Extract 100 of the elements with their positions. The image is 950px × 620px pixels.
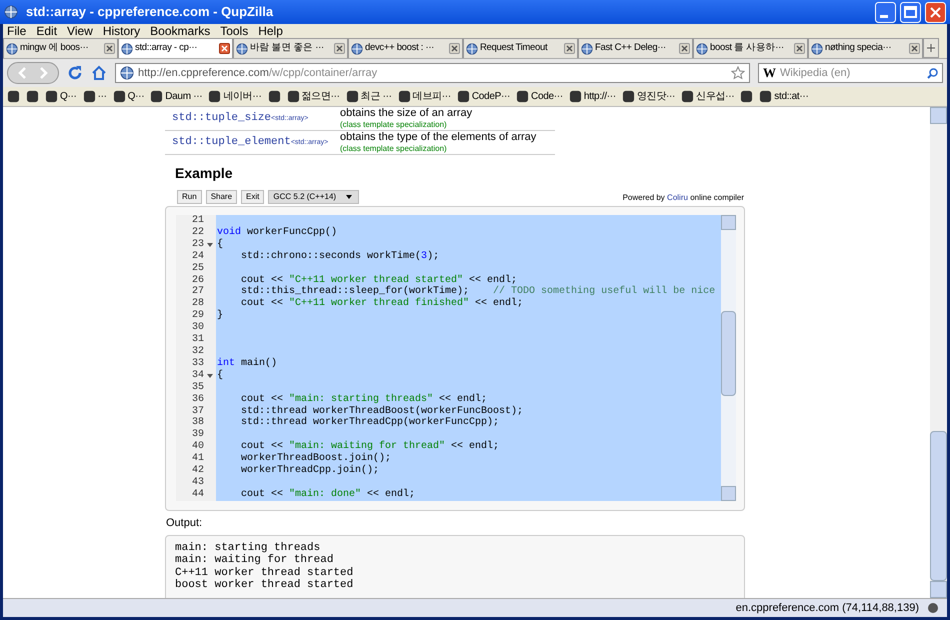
bookmark-link[interactable]: Q··· bbox=[60, 89, 77, 104]
search-icon[interactable] bbox=[927, 68, 938, 78]
bookmark-link[interactable]: Code··· bbox=[531, 89, 563, 104]
menu-item[interactable]: Tools bbox=[220, 24, 248, 38]
bookmark-link[interactable]: 젊으면··· bbox=[302, 89, 340, 104]
bookmark-link[interactable]: ··· bbox=[98, 89, 107, 104]
bookmark-icon[interactable] bbox=[759, 90, 772, 103]
line-number: 28 bbox=[192, 298, 204, 310]
tab-title: std::array - cp··· bbox=[135, 41, 198, 56]
bookmark-link[interactable]: CodeP··· bbox=[472, 89, 510, 104]
bookmark-icon[interactable] bbox=[456, 90, 470, 103]
bookmark-icon[interactable] bbox=[208, 90, 222, 103]
line-number: 29 bbox=[192, 310, 204, 322]
minimize-button[interactable] bbox=[875, 2, 896, 22]
new-tab-button[interactable] bbox=[923, 38, 939, 58]
bookmark-link[interactable]: Q··· bbox=[128, 89, 144, 104]
caret-icon[interactable] bbox=[344, 193, 354, 201]
search-input[interactable]: Wikipedia (en) bbox=[780, 64, 923, 82]
bookmark-link[interactable]: http://··· bbox=[584, 89, 616, 104]
menu-item[interactable]: Edit bbox=[36, 24, 58, 38]
site-icon bbox=[236, 42, 248, 54]
bookmark-link[interactable]: 최근 ··· bbox=[360, 89, 392, 104]
bookmark-icon[interactable] bbox=[681, 90, 694, 103]
member-description: obtains the size of an array bbox=[340, 107, 472, 120]
bookmark-icon[interactable] bbox=[622, 90, 635, 103]
output-line: C++11 worker thread started bbox=[175, 566, 354, 579]
menu-item[interactable]: History bbox=[102, 24, 140, 38]
line-number: 39 bbox=[192, 429, 204, 441]
menu-item[interactable]: Bookmarks bbox=[150, 24, 210, 38]
bookmark-icon[interactable] bbox=[346, 90, 359, 103]
menu-item[interactable]: File bbox=[7, 24, 26, 38]
search-field[interactable]: W Wikipedia (en) bbox=[758, 63, 943, 83]
fold-arrow-icon[interactable] bbox=[207, 374, 213, 378]
app-icon bbox=[4, 5, 18, 19]
tab-title: Request Timeout bbox=[480, 41, 548, 56]
close-tab-icon[interactable] bbox=[564, 43, 575, 54]
browser-tab[interactable]: devc++ boost : ··· bbox=[348, 38, 463, 58]
bookmark-icon[interactable] bbox=[568, 90, 582, 103]
browser-tab[interactable]: nøthing specia··· bbox=[808, 38, 923, 58]
browser-tab[interactable]: boost 를 사용하··· bbox=[693, 38, 808, 58]
site-icon bbox=[696, 42, 708, 54]
close-tab-icon[interactable] bbox=[449, 43, 460, 54]
close-tab-icon[interactable] bbox=[679, 43, 690, 54]
bookmark-link[interactable]: 데브피··· bbox=[412, 89, 451, 104]
address-field[interactable]: http://en.cppreference.com/w/cpp/container/array bbox=[115, 63, 750, 83]
star-icon[interactable] bbox=[731, 66, 745, 80]
close-tab-icon[interactable] bbox=[104, 43, 115, 54]
menu-item[interactable]: Help bbox=[258, 24, 283, 38]
example-button[interactable]: Run bbox=[177, 190, 202, 204]
site-icon bbox=[121, 42, 133, 54]
close-tab-icon[interactable] bbox=[909, 43, 920, 54]
site-icon bbox=[466, 42, 478, 54]
bookmark-link[interactable]: 신우섭··· bbox=[696, 89, 734, 104]
line-number: 26 bbox=[192, 274, 204, 286]
reload-icon[interactable] bbox=[67, 65, 83, 81]
bookmark-icon[interactable] bbox=[268, 90, 280, 103]
bookmark-icon[interactable] bbox=[45, 90, 58, 103]
browser-tab[interactable]: mingw 에 boos··· bbox=[3, 38, 118, 58]
browser-tab[interactable]: Fast C++ Deleg··· bbox=[578, 38, 693, 58]
bookmark-link[interactable]: 네이버··· bbox=[223, 89, 262, 104]
bookmark-icon[interactable] bbox=[26, 90, 39, 103]
bookmark-icon[interactable] bbox=[286, 90, 300, 103]
maximize-button[interactable] bbox=[900, 2, 921, 22]
line-number: 40 bbox=[192, 441, 204, 453]
bookmark-icon[interactable] bbox=[150, 90, 164, 103]
browser-tab[interactable]: Request Timeout bbox=[463, 38, 578, 58]
coliru-link[interactable]: Coliru bbox=[667, 193, 688, 202]
back-forward-button[interactable] bbox=[7, 62, 59, 84]
browser-tab[interactable]: std::array - cp··· bbox=[118, 38, 233, 58]
tab-title: nøthing specia··· bbox=[825, 41, 892, 56]
example-button[interactable]: Share bbox=[206, 190, 238, 204]
bookmark-link[interactable]: 영진닷··· bbox=[636, 89, 676, 104]
line-number: 43 bbox=[192, 476, 204, 489]
fold-arrow-icon[interactable] bbox=[207, 242, 213, 247]
bookmark-icon[interactable] bbox=[82, 90, 96, 103]
compiler-select[interactable]: GCC 5.2 (C++14) bbox=[268, 190, 360, 204]
code-scrollbar[interactable] bbox=[721, 215, 736, 501]
bookmark-link[interactable]: Daum ··· bbox=[165, 89, 202, 104]
menu-item[interactable]: View bbox=[67, 24, 93, 38]
close-button[interactable] bbox=[925, 2, 946, 22]
output-line: main: starting threads bbox=[175, 542, 322, 554]
bookmark-icon[interactable] bbox=[740, 90, 754, 103]
bookmark-icon[interactable] bbox=[398, 90, 411, 103]
browser-tab[interactable]: 바람 불면 좋은 ··· bbox=[233, 38, 348, 58]
home-icon[interactable] bbox=[91, 65, 107, 81]
bookmark-icon[interactable] bbox=[112, 90, 126, 103]
bookmark-link[interactable]: std::at··· bbox=[774, 89, 808, 104]
close-tab-icon[interactable] bbox=[219, 43, 230, 54]
line-number: 24 bbox=[192, 250, 204, 263]
member-note: (class template specialization) bbox=[340, 144, 448, 154]
example-button[interactable]: Exit bbox=[241, 190, 264, 204]
close-tab-icon[interactable] bbox=[794, 43, 805, 54]
site-icon bbox=[120, 66, 134, 80]
line-number: 34 bbox=[192, 370, 204, 382]
page-scrollbar[interactable] bbox=[930, 107, 947, 598]
search-engine-label[interactable]: W bbox=[763, 63, 776, 83]
bookmark-icon[interactable] bbox=[516, 90, 530, 103]
status-icon[interactable] bbox=[927, 602, 939, 614]
close-tab-icon[interactable] bbox=[334, 43, 345, 54]
bookmark-icon[interactable] bbox=[7, 90, 20, 103]
